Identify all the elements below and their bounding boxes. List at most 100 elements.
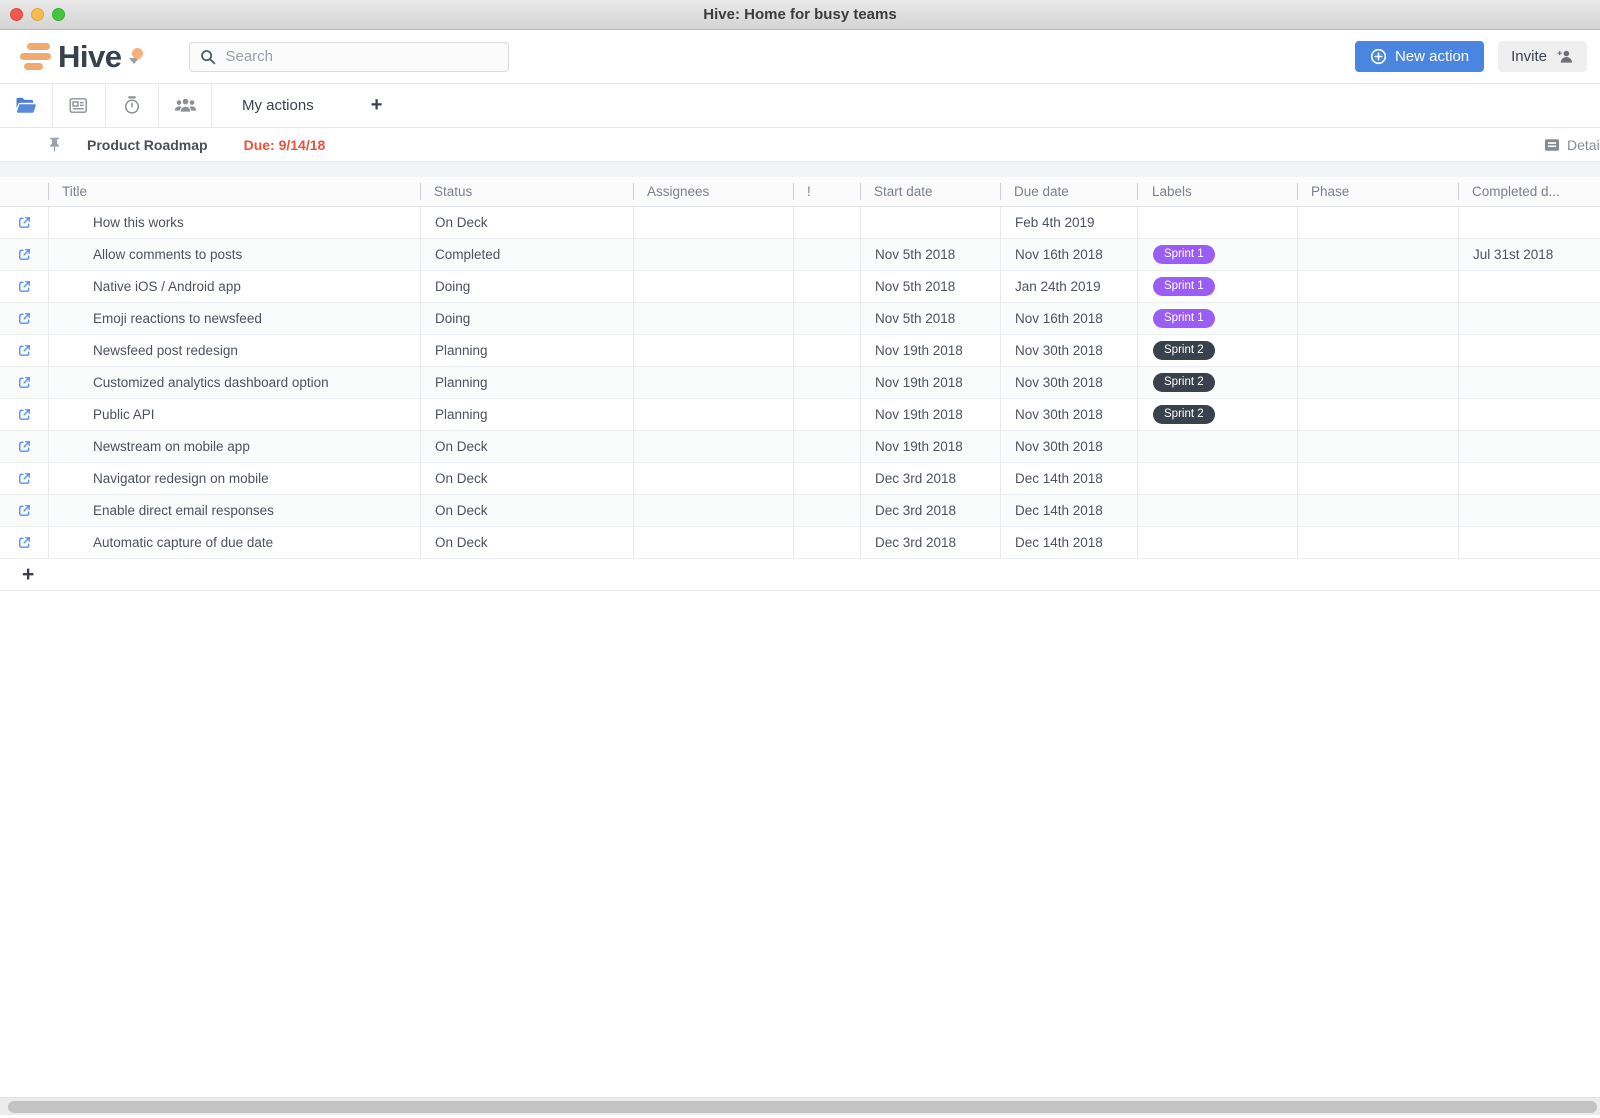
cell-due-date[interactable]: Dec 14th 2018 — [1000, 463, 1137, 494]
cell-status[interactable]: On Deck — [420, 431, 633, 462]
open-action-button[interactable] — [0, 207, 48, 238]
cell-labels[interactable] — [1137, 495, 1297, 526]
cell-labels[interactable]: Sprint 1 — [1137, 303, 1297, 334]
col-header-assignees[interactable]: Assignees — [633, 177, 793, 206]
col-header-labels[interactable]: Labels — [1137, 177, 1297, 206]
horizontal-scrollbar[interactable] — [0, 1097, 1600, 1115]
cell-due-date[interactable]: Dec 14th 2018 — [1000, 527, 1137, 558]
cell-priority[interactable] — [793, 335, 860, 366]
project-title[interactable]: Product Roadmap — [87, 137, 208, 153]
cell-title[interactable]: Public API — [48, 399, 420, 430]
search-box[interactable] — [189, 41, 510, 72]
cell-start-date[interactable]: Nov 19th 2018 — [860, 367, 1000, 398]
cell-start-date[interactable]: Nov 5th 2018 — [860, 303, 1000, 334]
cell-priority[interactable] — [793, 431, 860, 462]
cell-labels[interactable]: Sprint 2 — [1137, 367, 1297, 398]
col-header-due-date[interactable]: Due date — [1000, 177, 1137, 206]
open-action-button[interactable] — [0, 527, 48, 558]
cell-assignees[interactable] — [633, 527, 793, 558]
cell-status[interactable]: Planning — [420, 399, 633, 430]
open-action-button[interactable] — [0, 399, 48, 430]
cell-assignees[interactable] — [633, 495, 793, 526]
cell-title[interactable]: Allow comments to posts — [48, 239, 420, 270]
cell-priority[interactable] — [793, 271, 860, 302]
cell-due-date[interactable]: Nov 30th 2018 — [1000, 399, 1137, 430]
open-action-button[interactable] — [0, 239, 48, 270]
cell-start-date[interactable] — [860, 207, 1000, 238]
cell-title[interactable]: Navigator redesign on mobile — [48, 463, 420, 494]
cell-phase[interactable] — [1297, 463, 1458, 494]
cell-completed-date[interactable] — [1458, 303, 1600, 334]
cell-labels[interactable]: Sprint 1 — [1137, 271, 1297, 302]
cell-priority[interactable] — [793, 239, 860, 270]
horizontal-scrollbar-thumb[interactable] — [8, 1101, 1597, 1113]
open-action-button[interactable] — [0, 431, 48, 462]
detail-toggle[interactable]: Detail — [1544, 137, 1600, 153]
tab-projects[interactable] — [0, 84, 53, 127]
label-badge[interactable]: Sprint 2 — [1153, 404, 1215, 425]
cell-phase[interactable] — [1297, 495, 1458, 526]
cell-assignees[interactable] — [633, 207, 793, 238]
cell-assignees[interactable] — [633, 463, 793, 494]
cell-completed-date[interactable]: Jul 31st 2018 — [1458, 239, 1600, 270]
cell-assignees[interactable] — [633, 335, 793, 366]
cell-due-date[interactable]: Dec 14th 2018 — [1000, 495, 1137, 526]
col-header-start-date[interactable]: Start date — [860, 177, 1000, 206]
cell-due-date[interactable]: Nov 30th 2018 — [1000, 431, 1137, 462]
cell-status[interactable]: Planning — [420, 335, 633, 366]
add-tab-button[interactable]: + — [359, 84, 395, 127]
cell-due-date[interactable]: Feb 4th 2019 — [1000, 207, 1137, 238]
col-header-phase[interactable]: Phase — [1297, 177, 1458, 206]
cell-phase[interactable] — [1297, 399, 1458, 430]
cell-start-date[interactable]: Nov 19th 2018 — [860, 431, 1000, 462]
cell-status[interactable]: Doing — [420, 303, 633, 334]
cell-status[interactable]: On Deck — [420, 207, 633, 238]
tab-timesheet[interactable] — [106, 84, 159, 127]
cell-status[interactable]: On Deck — [420, 463, 633, 494]
label-badge[interactable]: Sprint 2 — [1153, 340, 1215, 361]
cell-priority[interactable] — [793, 399, 860, 430]
open-action-button[interactable] — [0, 303, 48, 334]
cell-title[interactable]: Automatic capture of due date — [48, 527, 420, 558]
cell-phase[interactable] — [1297, 431, 1458, 462]
cell-title[interactable]: Enable direct email responses — [48, 495, 420, 526]
cell-priority[interactable] — [793, 207, 860, 238]
cell-start-date[interactable]: Nov 5th 2018 — [860, 271, 1000, 302]
new-action-button[interactable]: New action — [1354, 41, 1485, 72]
open-action-button[interactable] — [0, 335, 48, 366]
label-badge[interactable]: Sprint 1 — [1153, 276, 1215, 297]
cell-completed-date[interactable] — [1458, 271, 1600, 302]
cell-title[interactable]: How this works — [48, 207, 420, 238]
hive-logo[interactable]: Hive — [20, 39, 144, 75]
col-header-title[interactable]: Title — [48, 177, 420, 206]
cell-labels[interactable]: Sprint 1 — [1137, 239, 1297, 270]
cell-due-date[interactable]: Nov 16th 2018 — [1000, 239, 1137, 270]
label-badge[interactable]: Sprint 2 — [1153, 372, 1215, 393]
cell-title[interactable]: Emoji reactions to newsfeed — [48, 303, 420, 334]
cell-title[interactable]: Newsfeed post redesign — [48, 335, 420, 366]
cell-status[interactable]: Doing — [420, 271, 633, 302]
cell-phase[interactable] — [1297, 239, 1458, 270]
cell-status[interactable]: Completed — [420, 239, 633, 270]
project-due-date[interactable]: Due: 9/14/18 — [244, 137, 326, 153]
cell-labels[interactable] — [1137, 463, 1297, 494]
cell-assignees[interactable] — [633, 431, 793, 462]
cell-phase[interactable] — [1297, 335, 1458, 366]
cell-completed-date[interactable] — [1458, 527, 1600, 558]
cell-completed-date[interactable] — [1458, 495, 1600, 526]
cell-assignees[interactable] — [633, 303, 793, 334]
cell-status[interactable]: Planning — [420, 367, 633, 398]
cell-priority[interactable] — [793, 527, 860, 558]
invite-button[interactable]: Invite — [1498, 41, 1587, 72]
cell-assignees[interactable] — [633, 399, 793, 430]
col-header-completed-date[interactable]: Completed d... — [1458, 177, 1600, 206]
open-action-button[interactable] — [0, 367, 48, 398]
cell-labels[interactable]: Sprint 2 — [1137, 335, 1297, 366]
open-action-button[interactable] — [0, 271, 48, 302]
tab-team[interactable] — [159, 84, 212, 127]
cell-labels[interactable] — [1137, 431, 1297, 462]
cell-phase[interactable] — [1297, 527, 1458, 558]
cell-status[interactable]: On Deck — [420, 495, 633, 526]
cell-start-date[interactable]: Nov 5th 2018 — [860, 239, 1000, 270]
cell-phase[interactable] — [1297, 207, 1458, 238]
